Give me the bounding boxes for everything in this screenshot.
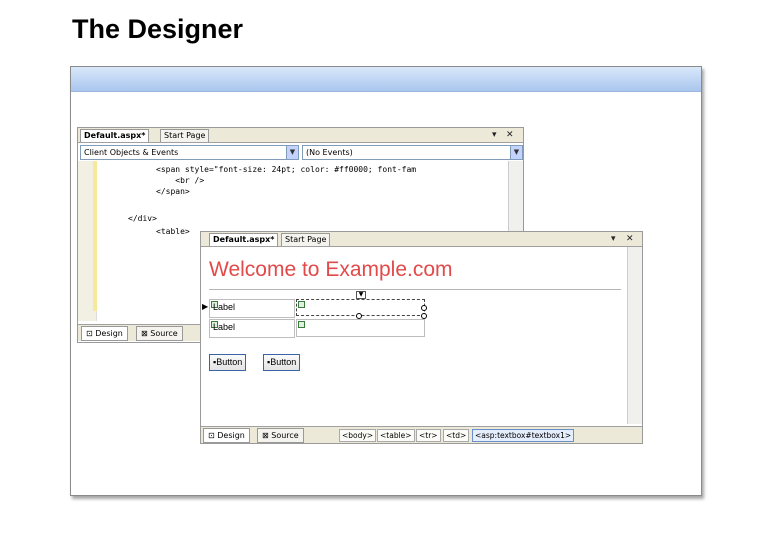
heading-underline [209, 289, 621, 290]
code-line[interactable]: </span> [156, 187, 190, 197]
code-line[interactable]: <span style="font-size: 24pt; color: #ff… [156, 165, 416, 175]
source-view-button[interactable]: ⊠ Source [257, 428, 304, 443]
breadcrumb-textbox[interactable]: <asp:textbox#textbox1> [472, 429, 575, 442]
tab-default-aspx[interactable]: Default.aspx* [80, 129, 150, 142]
textbox[interactable] [296, 319, 425, 337]
row-label[interactable]: Label [213, 322, 235, 332]
button-2[interactable]: ▪Button [263, 354, 301, 371]
code-line[interactable]: <br /> [156, 176, 204, 186]
vertical-scrollbar[interactable] [627, 247, 642, 424]
client-objects-combo-value: Client Objects & Events [84, 148, 179, 157]
smart-tag-icon[interactable]: ▼ [356, 291, 366, 299]
events-combo[interactable]: (No Events) ▼ [302, 145, 523, 160]
breadcrumb-table[interactable]: <table> [377, 429, 415, 442]
events-combo-value: (No Events) [306, 148, 353, 157]
row-label[interactable]: Label [213, 302, 235, 312]
frame-header-band [71, 67, 701, 92]
server-control-icon [298, 301, 305, 308]
page-heading[interactable]: Welcome to Example.com [209, 258, 453, 282]
close-icon[interactable]: ✕ [626, 233, 634, 245]
tab-start-page[interactable]: Start Page [160, 129, 210, 142]
document-tab-strip: Default.aspx* Start Page ▾ ✕ [201, 232, 642, 247]
breadcrumb-td[interactable]: <td> [443, 429, 470, 442]
row-selector-icon: ▶ [202, 302, 209, 311]
slide-title: The Designer [72, 14, 244, 44]
document-tab-strip: Default.aspx* Start Page ▾ ✕ [78, 128, 523, 143]
tab-list-dropdown-icon[interactable]: ▾ [492, 129, 497, 141]
breadcrumb-body[interactable]: <body> [339, 429, 377, 442]
tab-default-aspx[interactable]: Default.aspx* [209, 233, 279, 246]
resize-handle[interactable] [421, 305, 427, 311]
server-control-icon [298, 321, 305, 328]
client-objects-combo[interactable]: Client Objects & Events ▼ [80, 145, 299, 160]
breadcrumb-tr[interactable]: <tr> [416, 429, 441, 442]
close-icon[interactable]: ✕ [506, 129, 514, 141]
chevron-down-icon[interactable]: ▼ [286, 146, 298, 159]
button-1[interactable]: ▪Button [209, 354, 247, 371]
changed-lines-bar [93, 161, 97, 311]
design-view-button[interactable]: ⊡ Design [81, 326, 128, 341]
design-view-window: Default.aspx* Start Page ▾ ✕ Welcome to … [200, 231, 643, 444]
code-line[interactable]: </div> [128, 214, 157, 224]
source-view-button[interactable]: ⊠ Source [136, 326, 183, 341]
tab-list-dropdown-icon[interactable]: ▾ [611, 233, 616, 245]
tab-start-page[interactable]: Start Page [281, 233, 331, 246]
code-line[interactable]: <table> [156, 227, 190, 237]
design-view-button[interactable]: ⊡ Design [203, 428, 250, 443]
view-tab-strip: ⊡ Design ⊠ Source <body> <table> <tr> <t… [201, 426, 642, 443]
chevron-down-icon[interactable]: ▼ [510, 146, 522, 159]
